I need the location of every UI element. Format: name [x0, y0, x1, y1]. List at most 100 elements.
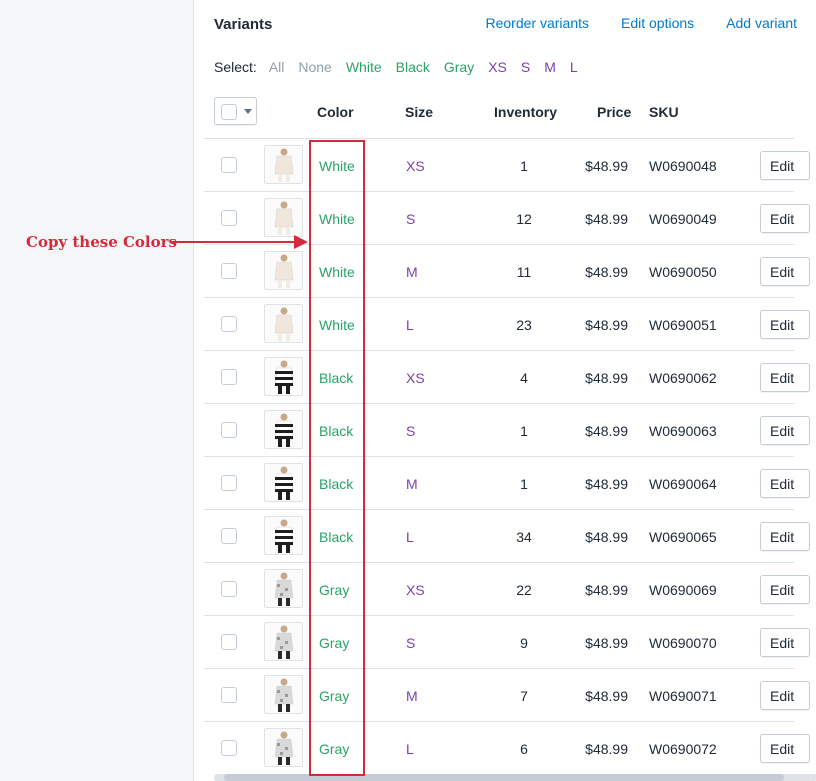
variant-price: $48.99	[585, 635, 628, 651]
select-option-black[interactable]: Black	[396, 59, 430, 75]
variant-price: $48.99	[585, 211, 628, 227]
edit-options-link[interactable]: Edit options	[621, 15, 694, 31]
variant-inventory: 12	[516, 211, 532, 227]
select-option-none[interactable]: None	[298, 59, 331, 75]
table-row: White M 11 $48.99 W0690050 Edit	[204, 244, 810, 297]
variant-sku: W0690072	[649, 741, 717, 757]
select-option-s[interactable]: S	[521, 59, 530, 75]
select-label: Select:	[214, 59, 257, 75]
variant-thumbnail[interactable]	[264, 251, 303, 290]
caret-down-icon[interactable]	[244, 109, 252, 114]
edit-variant-button[interactable]: Edit	[760, 363, 810, 392]
row-checkbox[interactable]	[221, 157, 237, 173]
edit-variant-button[interactable]: Edit	[760, 151, 810, 180]
column-header-color: Color	[317, 104, 354, 120]
variant-size: M	[406, 476, 418, 492]
row-checkbox[interactable]	[221, 210, 237, 226]
variant-inventory: 9	[520, 635, 528, 651]
horizontal-scrollbar[interactable]	[214, 774, 816, 781]
column-header-sku: SKU	[649, 104, 679, 120]
select-option-xs[interactable]: XS	[488, 59, 507, 75]
select-option-white[interactable]: White	[346, 59, 382, 75]
reorder-variants-link[interactable]: Reorder variants	[486, 15, 590, 31]
variant-sku: W0690063	[649, 423, 717, 439]
variants-panel: Variants Reorder variants Edit options A…	[193, 0, 816, 781]
variant-color: White	[319, 264, 355, 280]
variant-sku: W0690064	[649, 476, 717, 492]
variant-thumbnail[interactable]	[264, 198, 303, 237]
bulk-select-dropdown[interactable]	[214, 97, 257, 125]
variant-size: S	[406, 423, 416, 439]
variant-thumbnail[interactable]	[264, 675, 303, 714]
table-row: Gray XS 22 $48.99 W0690069 Edit	[204, 562, 810, 615]
variant-thumbnail[interactable]	[264, 145, 303, 184]
variant-color: Black	[319, 529, 354, 545]
table-row: Black L 34 $48.99 W0690065 Edit	[204, 509, 810, 562]
variant-sku: W0690048	[649, 158, 717, 174]
edit-variant-button[interactable]: Edit	[760, 257, 810, 286]
select-option-l[interactable]: L	[570, 59, 578, 75]
edit-variant-button[interactable]: Edit	[760, 628, 810, 657]
row-checkbox[interactable]	[221, 369, 237, 385]
variant-color: Gray	[319, 582, 350, 598]
variant-sku: W0690065	[649, 529, 717, 545]
variant-inventory: 11	[516, 264, 532, 280]
variant-price: $48.99	[585, 741, 628, 757]
column-header-inventory: Inventory	[494, 104, 558, 120]
variant-size: M	[406, 688, 418, 704]
variant-thumbnail[interactable]	[264, 463, 303, 502]
variant-size: XS	[406, 582, 425, 598]
variant-color: Black	[319, 370, 354, 386]
edit-variant-button[interactable]: Edit	[760, 734, 810, 763]
edit-variant-button[interactable]: Edit	[760, 522, 810, 551]
variant-inventory: 1	[520, 158, 528, 174]
variant-inventory: 22	[516, 582, 532, 598]
variant-price: $48.99	[585, 688, 628, 704]
variant-price: $48.99	[585, 476, 628, 492]
variant-thumbnail[interactable]	[264, 569, 303, 608]
variant-size: XS	[406, 370, 425, 386]
select-option-all[interactable]: All	[269, 59, 285, 75]
row-checkbox[interactable]	[221, 475, 237, 491]
variant-inventory: 4	[520, 370, 528, 386]
variant-thumbnail[interactable]	[264, 516, 303, 555]
variant-thumbnail[interactable]	[264, 728, 303, 767]
add-variant-link[interactable]: Add variant	[726, 15, 797, 31]
variant-color: Black	[319, 476, 354, 492]
variant-color: Black	[319, 423, 354, 439]
variant-size: S	[406, 635, 416, 651]
select-all-checkbox[interactable]	[221, 104, 237, 120]
annotation-arrow-icon	[172, 235, 308, 249]
row-checkbox[interactable]	[221, 634, 237, 650]
row-checkbox[interactable]	[221, 528, 237, 544]
variant-sku: W0690062	[649, 370, 717, 386]
row-checkbox[interactable]	[221, 316, 237, 332]
variant-sku: W0690050	[649, 264, 717, 280]
variant-size: L	[406, 317, 414, 333]
variant-color: White	[319, 158, 355, 174]
row-checkbox[interactable]	[221, 581, 237, 597]
row-checkbox[interactable]	[221, 740, 237, 756]
variant-thumbnail[interactable]	[264, 304, 303, 343]
table-row: Gray L 6 $48.99 W0690072 Edit	[204, 721, 810, 774]
edit-variant-button[interactable]: Edit	[760, 575, 810, 604]
edit-variant-button[interactable]: Edit	[760, 416, 810, 445]
table-row: Gray M 7 $48.99 W0690071 Edit	[204, 668, 810, 721]
edit-variant-button[interactable]: Edit	[760, 310, 810, 339]
edit-variant-button[interactable]: Edit	[760, 469, 810, 498]
variant-thumbnail[interactable]	[264, 357, 303, 396]
variant-thumbnail[interactable]	[264, 410, 303, 449]
scrollbar-thumb[interactable]	[224, 774, 784, 781]
row-checkbox[interactable]	[221, 687, 237, 703]
variant-sku: W0690069	[649, 582, 717, 598]
variant-size: M	[406, 264, 418, 280]
row-checkbox[interactable]	[221, 263, 237, 279]
variant-thumbnail[interactable]	[264, 622, 303, 661]
select-option-gray[interactable]: Gray	[444, 59, 474, 75]
variant-price: $48.99	[585, 529, 628, 545]
edit-variant-button[interactable]: Edit	[760, 204, 810, 233]
edit-variant-button[interactable]: Edit	[760, 681, 810, 710]
row-checkbox[interactable]	[221, 422, 237, 438]
table-row: Black XS 4 $48.99 W0690062 Edit	[204, 350, 810, 403]
select-option-m[interactable]: M	[544, 59, 556, 75]
